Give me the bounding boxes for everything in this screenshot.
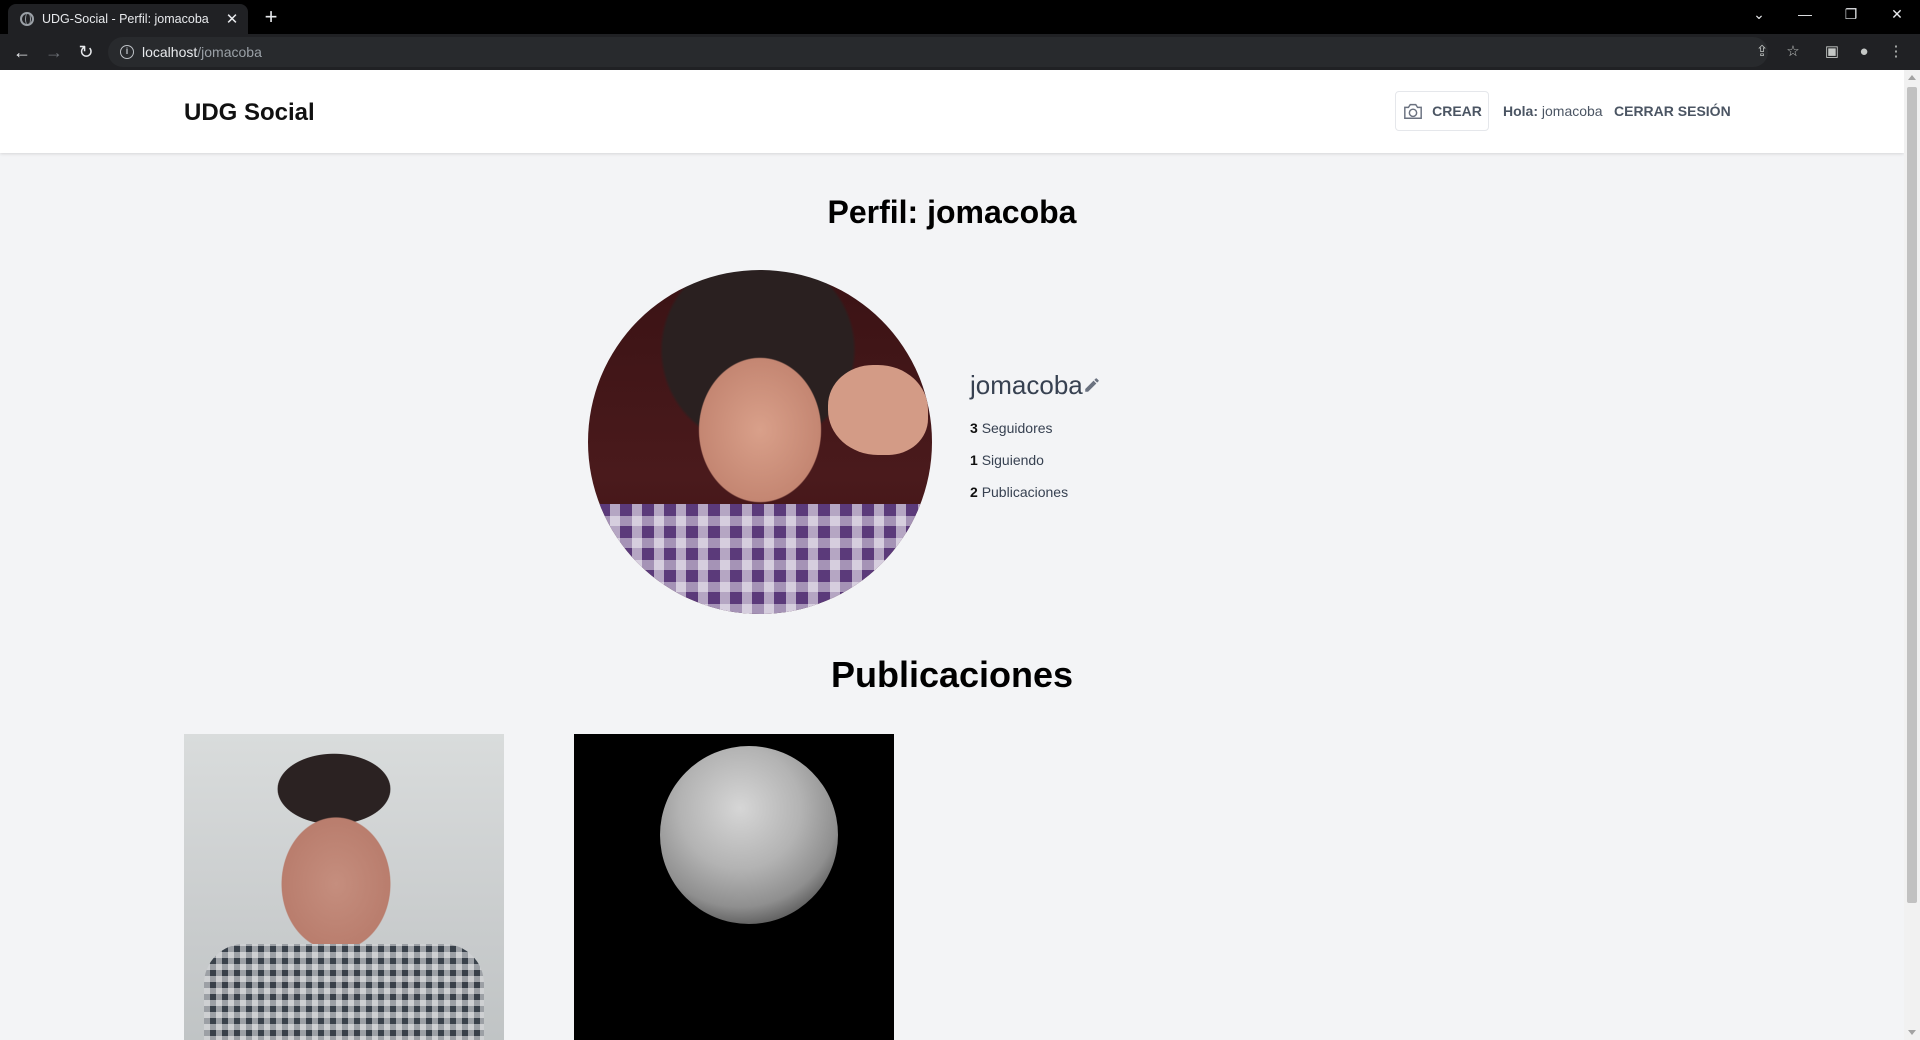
posts-section-title: Publicaciones xyxy=(830,654,1074,695)
following-count: 1 xyxy=(970,452,978,468)
tab-search-icon[interactable]: ⌄ xyxy=(1736,0,1782,30)
create-button[interactable]: CREAR xyxy=(1395,91,1489,131)
greeting-user[interactable]: jomacoba xyxy=(1542,103,1603,119)
page-title: Perfil: jomacoba xyxy=(827,194,1077,230)
scrollbar-thumb[interactable] xyxy=(1907,87,1917,903)
post-photo-shirt xyxy=(204,944,484,1040)
restore-icon[interactable]: ❐ xyxy=(1828,0,1874,30)
url-host: localhost xyxy=(142,44,198,60)
address-bar[interactable]: i localhost/jomacoba xyxy=(108,37,1768,67)
post-photo-moon xyxy=(660,746,838,924)
avatar-shirt xyxy=(588,504,932,614)
menu-dots-icon[interactable]: ⋮ xyxy=(1884,40,1908,64)
stat-posts: 2 Publicaciones xyxy=(970,484,1068,500)
followers-label: Seguidores xyxy=(981,420,1053,436)
site-header: UDG Social CREAR Hola: jomacoba CERRAR S… xyxy=(0,70,1904,153)
avatar-hand xyxy=(828,365,928,455)
tab-close-icon[interactable]: ✕ xyxy=(222,10,242,28)
scroll-down-icon[interactable] xyxy=(1908,1030,1916,1035)
forward-icon[interactable]: → xyxy=(40,38,68,66)
posts-label: Publicaciones xyxy=(981,484,1069,500)
page-content: UDG Social CREAR Hola: jomacoba CERRAR S… xyxy=(0,70,1904,1040)
tab-title: UDG-Social - Perfil: jomacoba xyxy=(42,12,209,26)
browser-tab[interactable]: UDG-Social - Perfil: jomacoba ✕ xyxy=(8,4,248,34)
browser-tab-strip: UDG-Social - Perfil: jomacoba ✕ + ⌄ — ❐ … xyxy=(0,0,1920,34)
side-panel-icon[interactable]: ▣ xyxy=(1820,40,1844,64)
globe-icon xyxy=(20,12,34,26)
scroll-up-icon[interactable] xyxy=(1908,75,1916,80)
following-label: Siguiendo xyxy=(981,452,1044,468)
window-close-icon[interactable]: ✕ xyxy=(1874,0,1920,30)
profile-username: jomacoba xyxy=(970,370,1083,400)
browser-toolbar: ← → ↻ i localhost/jomacoba ⇪ ☆ ▣ ● ⋮ xyxy=(0,34,1920,70)
create-button-label: CREAR xyxy=(1432,103,1482,119)
posts-count: 2 xyxy=(970,484,978,500)
minimize-icon[interactable]: — xyxy=(1782,0,1828,30)
brand-logo[interactable]: UDG Social xyxy=(184,99,315,127)
share-icon[interactable]: ⇪ xyxy=(1750,40,1774,64)
greeting: Hola: jomacoba xyxy=(1503,103,1603,119)
post-thumbnail[interactable] xyxy=(574,734,894,1040)
back-icon[interactable]: ← xyxy=(8,38,36,66)
stat-followers[interactable]: 3 Seguidores xyxy=(970,420,1053,436)
stat-following[interactable]: 1 Siguiendo xyxy=(970,452,1044,468)
pencil-icon[interactable] xyxy=(1083,376,1101,394)
info-icon[interactable]: i xyxy=(120,45,134,59)
post-thumbnail[interactable] xyxy=(184,734,504,1040)
followers-count: 3 xyxy=(970,420,978,436)
reload-icon[interactable]: ↻ xyxy=(72,38,100,66)
logout-button[interactable]: CERRAR SESIÓN xyxy=(1614,103,1731,119)
url-path: /jomacoba xyxy=(197,44,262,60)
greeting-prefix: Hola: xyxy=(1503,103,1538,119)
camera-icon xyxy=(1404,103,1423,119)
avatar xyxy=(588,270,932,614)
new-tab-icon[interactable]: + xyxy=(258,4,284,30)
profile-avatar-icon[interactable]: ● xyxy=(1852,40,1876,64)
bookmark-star-icon[interactable]: ☆ xyxy=(1781,40,1805,64)
page-scrollbar[interactable] xyxy=(1904,70,1920,1040)
